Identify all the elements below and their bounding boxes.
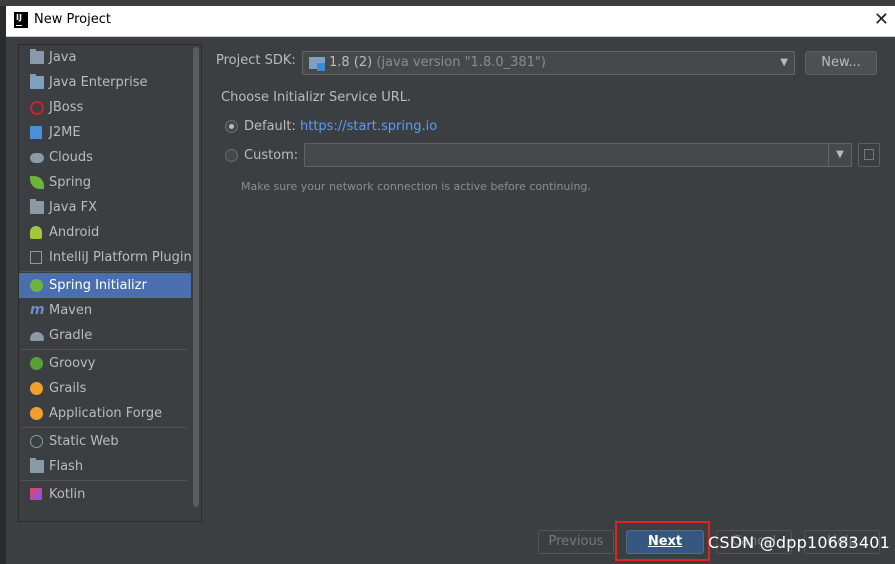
java-enterprise-icon [30, 74, 44, 89]
sidebar-item-grails[interactable]: Grails [19, 376, 201, 401]
sidebar-item-android[interactable]: Android [19, 220, 201, 245]
sidebar-separator [21, 480, 187, 481]
sidebar-item-label: Java Enterprise [49, 75, 148, 90]
gradle-icon [30, 332, 44, 341]
sidebar-item-flash[interactable]: Flash [19, 454, 201, 479]
sidebar-item-label: Flash [49, 459, 84, 474]
sidebar-item-label: IntelliJ Platform Plugin [49, 250, 192, 265]
plugin-icon [30, 251, 42, 264]
grails-icon [30, 382, 43, 395]
sidebar-item-label: Android [49, 225, 100, 240]
jboss-icon [30, 101, 44, 115]
sidebar-item-spring[interactable]: Spring [19, 170, 201, 195]
sidebar-item-label: Spring [49, 175, 91, 190]
sidebar-item-java[interactable]: Java [19, 45, 201, 70]
sidebar-item-application-forge[interactable]: Application Forge [19, 401, 201, 426]
intellij-app-icon: IJ [14, 12, 28, 28]
folder-icon [30, 49, 44, 64]
sidebar-item-label: Gradle [49, 328, 93, 343]
service-url-heading: Choose Initializr Service URL. [221, 90, 412, 105]
project-sdk-label: Project SDK: [216, 53, 296, 68]
sidebar-item-label: Groovy [49, 356, 96, 371]
watermark: CSDN @dpp10683401 [708, 533, 891, 552]
sidebar-item-maven[interactable]: m Maven [19, 298, 201, 323]
custom-url-label: Custom: [244, 148, 299, 163]
title-bar: IJ New Project ✕ [6, 6, 895, 37]
previous-button[interactable]: Previous [538, 530, 614, 554]
sidebar-item-label: Spring Initializr [49, 278, 147, 293]
sidebar-separator [21, 349, 187, 350]
sidebar-scroll-thumb[interactable] [193, 47, 199, 507]
new-project-dialog: IJ New Project ✕ Java Java Enterprise JBos… [6, 6, 895, 564]
next-highlight-box [615, 521, 710, 561]
sidebar-item-label: Java [49, 50, 77, 65]
spring-initializr-icon [30, 279, 43, 292]
cloud-icon [30, 153, 44, 163]
sidebar-separator [21, 427, 187, 428]
folder-icon [30, 458, 44, 473]
android-icon [30, 226, 42, 239]
network-hint: Make sure your network connection is act… [241, 180, 591, 193]
sidebar-item-groovy[interactable]: Groovy [19, 351, 201, 376]
sidebar-item-label: Java FX [49, 200, 97, 215]
sidebar-item-label: JBoss [49, 100, 84, 115]
sidebar-item-static-web[interactable]: Static Web [19, 429, 201, 454]
default-url-label: Default: [244, 119, 296, 134]
j2me-icon [30, 126, 42, 139]
project-type-list: Java Java Enterprise JBoss J2ME Clouds Spring… [18, 44, 202, 522]
sidebar-item-clouds[interactable]: Clouds [19, 145, 201, 170]
sidebar-item-j2me[interactable]: J2ME [19, 120, 201, 145]
folder-icon [30, 199, 44, 214]
sidebar-item-label: Clouds [49, 150, 93, 165]
browse-icon[interactable] [858, 143, 880, 167]
sidebar-item-java-fx[interactable]: Java FX [19, 195, 201, 220]
sidebar-item-label: Static Web [49, 434, 119, 449]
maven-icon: m [30, 302, 45, 318]
default-url-link[interactable]: https://start.spring.io [300, 119, 437, 134]
sidebar-item-label: J2ME [49, 125, 81, 140]
sdk-folder-icon [309, 57, 325, 71]
sidebar-item-jboss[interactable]: JBoss [19, 95, 201, 120]
chevron-down-icon: ▼ [780, 57, 788, 68]
sidebar-item-spring-initializr[interactable]: Spring Initializr [19, 273, 201, 298]
new-sdk-button[interactable]: New... [805, 51, 877, 75]
sidebar-item-java-enterprise[interactable]: Java Enterprise [19, 70, 201, 95]
sidebar-separator [21, 271, 187, 272]
sidebar-item-label: Application Forge [49, 406, 163, 421]
dialog-title: New Project [34, 12, 111, 27]
spring-leaf-icon [30, 176, 44, 189]
sidebar-item-intellij-platform-plugin[interactable]: IntelliJ Platform Plugin [19, 245, 201, 270]
sidebar-item-label: Kotlin [49, 487, 86, 502]
globe-icon [30, 435, 43, 448]
application-forge-icon [30, 407, 43, 420]
custom-url-radio[interactable] [225, 149, 238, 162]
kotlin-icon [30, 488, 42, 500]
sdk-value: 1.8 (2) [329, 55, 373, 70]
sidebar-item-gradle[interactable]: Gradle [19, 323, 201, 348]
sidebar-item-label: Grails [49, 381, 87, 396]
sdk-detail: (java version "1.8.0_381") [376, 55, 546, 70]
groovy-icon [30, 357, 43, 370]
sidebar-scrollbar[interactable] [191, 45, 201, 521]
project-sdk-dropdown[interactable]: 1.8 (2) (java version "1.8.0_381") ▼ [302, 51, 795, 75]
chevron-down-icon[interactable]: ▼ [828, 144, 851, 166]
close-icon[interactable]: ✕ [874, 9, 889, 30]
custom-url-combobox[interactable]: ▼ [304, 143, 852, 167]
sidebar-item-label: Maven [49, 303, 93, 318]
default-url-radio[interactable] [225, 120, 238, 133]
sidebar-item-kotlin[interactable]: Kotlin [19, 482, 201, 507]
